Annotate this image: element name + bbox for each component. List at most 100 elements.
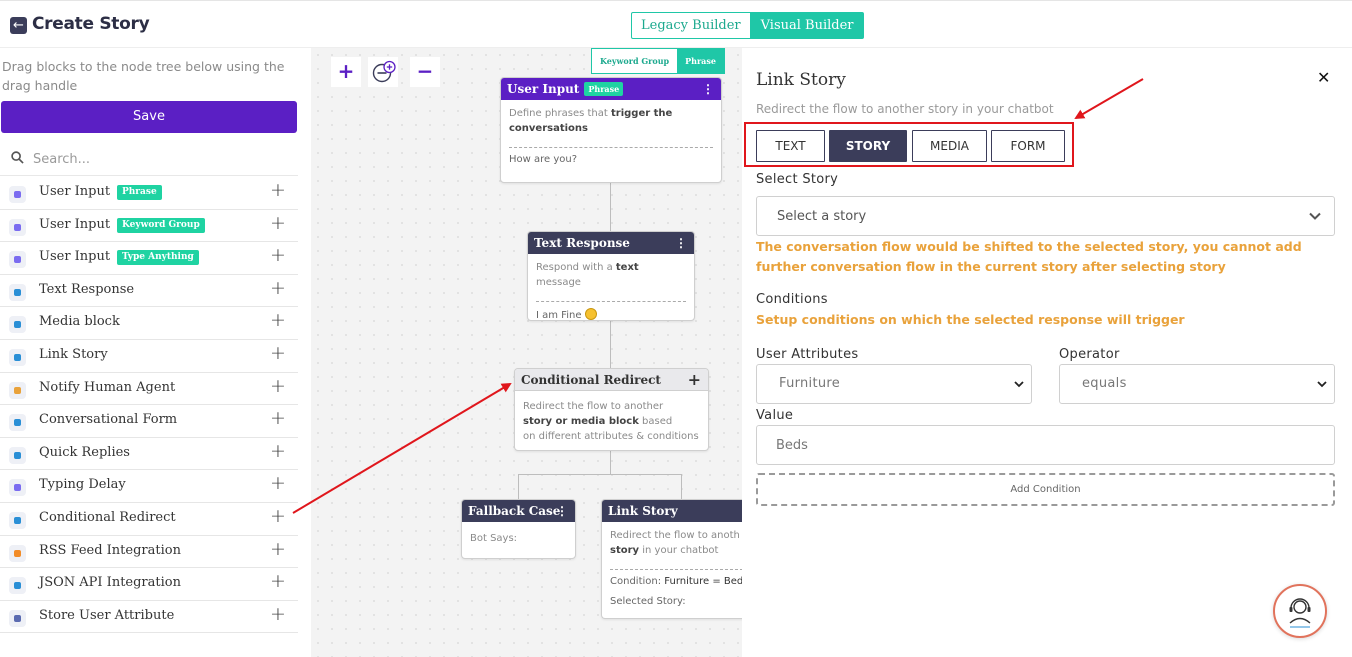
zoom-out-button[interactable]: − (410, 57, 440, 87)
conditional-redirect-node[interactable]: Conditional Redirect + Redirect the flow … (514, 368, 709, 451)
zoom-out-circle-icon (372, 60, 396, 83)
block-type-icon (9, 251, 26, 269)
plus-icon[interactable]: + (688, 369, 701, 391)
add-block-icon[interactable]: + (270, 244, 286, 266)
block-type-icon (9, 186, 26, 203)
add-block-icon[interactable]: + (270, 277, 286, 299)
tab-form[interactable]: FORM (991, 130, 1065, 162)
more-vertical-icon[interactable]: ⋮ (702, 78, 714, 100)
node-example: How are you? (509, 154, 578, 165)
sidebar-block-item[interactable]: Link Story + (0, 340, 298, 373)
sidebar-block-item[interactable]: JSON API Integration + (0, 568, 298, 601)
block-type-icon (9, 414, 26, 432)
keyword-group-toggle[interactable]: Keyword Group (592, 49, 678, 73)
link-story-panel: Link Story ✕ Redirect the flow to anothe… (742, 48, 1352, 657)
block-type-icon (9, 218, 26, 236)
user-attributes-select[interactable]: Furniture (756, 364, 1032, 404)
node-description: Bot Says: (470, 533, 518, 544)
node-title: Fallback Case (468, 504, 561, 518)
connector-line (518, 474, 682, 475)
arrow-left-icon[interactable]: ← (10, 17, 27, 34)
operator-select[interactable]: equals (1059, 364, 1335, 404)
add-block-icon[interactable]: + (270, 375, 286, 397)
add-block-icon[interactable]: + (270, 179, 286, 201)
block-tag: Type Anything (117, 250, 199, 266)
fallback-case-node[interactable]: Fallback Case ⋮ Bot Says: (461, 499, 576, 559)
phrase-toggle[interactable]: Phrase (677, 49, 724, 73)
search-bar (0, 143, 298, 176)
add-condition-button[interactable]: Add Condition (756, 473, 1335, 506)
node-title: Text Response (534, 236, 630, 250)
add-block-icon[interactable]: + (270, 440, 286, 462)
link-story-node[interactable]: Link Story Redirect the flow to anoth sto… (601, 499, 742, 619)
add-block-icon[interactable]: + (270, 407, 286, 429)
user-input-node[interactable]: User Input Phrase ⋮ Define phrases that tr… (500, 77, 722, 183)
block-label: RSS Feed Integration (39, 542, 181, 558)
sidebar-block-item[interactable]: Text Response + (0, 275, 298, 308)
block-label: User Input (39, 184, 111, 199)
panel-subtitle: Redirect the flow to another story in yo… (756, 102, 1054, 116)
search-input[interactable] (33, 147, 283, 171)
panel-title: Link Story (756, 70, 846, 90)
save-button[interactable]: Save (1, 101, 297, 133)
value-input[interactable]: Beds (756, 425, 1335, 465)
add-block-icon[interactable]: + (270, 212, 286, 234)
block-label: User Input (39, 216, 111, 232)
add-block-icon[interactable]: + (270, 309, 286, 331)
sidebar-block-item[interactable]: RSS Feed Integration + (0, 536, 298, 569)
zoom-in-button[interactable]: + (331, 57, 361, 87)
add-block-icon[interactable]: + (270, 538, 286, 560)
value-text: Beds (776, 438, 808, 453)
more-vertical-icon[interactable]: ⋮ (556, 500, 568, 522)
search-icon (11, 151, 24, 164)
visual-builder-button[interactable]: Visual Builder (750, 12, 864, 39)
sidebar-block-item[interactable]: Quick Replies + (0, 438, 298, 471)
block-tag: Keyword Group (117, 217, 205, 233)
zoom-reset-button[interactable] (368, 57, 398, 87)
select-story-dropdown[interactable]: Select a story (756, 196, 1335, 236)
add-block-icon[interactable]: + (270, 570, 286, 592)
select-story-placeholder: Select a story (777, 209, 867, 224)
sidebar-block-item[interactable]: Store User Attribute + (0, 601, 298, 634)
sidebar-block-item[interactable]: Conditional Redirect + (0, 503, 298, 536)
sidebar-block-item[interactable]: User Input Keyword Group + (0, 210, 298, 243)
add-block-icon[interactable]: + (270, 505, 286, 527)
block-type-icon (9, 381, 26, 399)
tab-media[interactable]: MEDIA (912, 130, 987, 162)
legacy-builder-button[interactable]: Legacy Builder (631, 12, 751, 39)
text-response-node[interactable]: Text Response ⋮ Respond with a text messa… (527, 231, 695, 321)
tab-text[interactable]: TEXT (756, 130, 825, 162)
sidebar-block-item[interactable]: Media block + (0, 307, 298, 340)
sidebar-block-item[interactable]: Typing Delay + (0, 470, 298, 503)
close-icon[interactable]: ✕ (1317, 68, 1330, 87)
flow-canvas[interactable]: + − Keyword Group Phrase User Input Phras… (311, 48, 742, 657)
node-header: Link Story (602, 500, 742, 522)
add-block-icon[interactable]: + (270, 342, 286, 364)
block-type-icon (9, 577, 26, 595)
conditions-label: Conditions (756, 292, 828, 307)
node-description: Respond with a text message (536, 262, 639, 288)
user-attributes-label: User Attributes (756, 347, 859, 362)
support-chat-button[interactable] (1273, 584, 1327, 638)
sidebar-block-item[interactable]: Notify Human Agent + (0, 373, 298, 406)
more-vertical-icon[interactable]: ⋮ (675, 232, 687, 254)
add-block-icon[interactable]: + (270, 472, 286, 494)
block-label: Notify Human Agent (39, 379, 176, 395)
block-label: Text Response (39, 281, 135, 297)
block-sidebar: Drag blocks to the node tree below using… (0, 48, 298, 657)
sidebar-block-item[interactable]: Conversational Form + (0, 405, 298, 438)
tab-story[interactable]: STORY (829, 130, 907, 162)
sidebar-block-item[interactable]: User Input Phrase + (0, 177, 298, 210)
chevron-down-icon (1317, 381, 1327, 388)
chevron-down-icon (1309, 212, 1321, 220)
block-type-icon (9, 446, 26, 464)
node-header: User Input Phrase ⋮ (501, 78, 721, 100)
sidebar-block-item[interactable]: User Input Type Anything + (0, 242, 298, 275)
block-type-icon (9, 479, 26, 497)
phrase-keyword-toggle: Keyword Group Phrase (591, 48, 725, 74)
node-example: I am Fine (528, 302, 694, 321)
add-block-icon[interactable]: + (270, 603, 286, 625)
node-description: Redirect the flow to anoth story in your … (610, 530, 740, 556)
block-type-icon (9, 316, 26, 334)
block-label: Conditional Redirect (39, 509, 176, 525)
